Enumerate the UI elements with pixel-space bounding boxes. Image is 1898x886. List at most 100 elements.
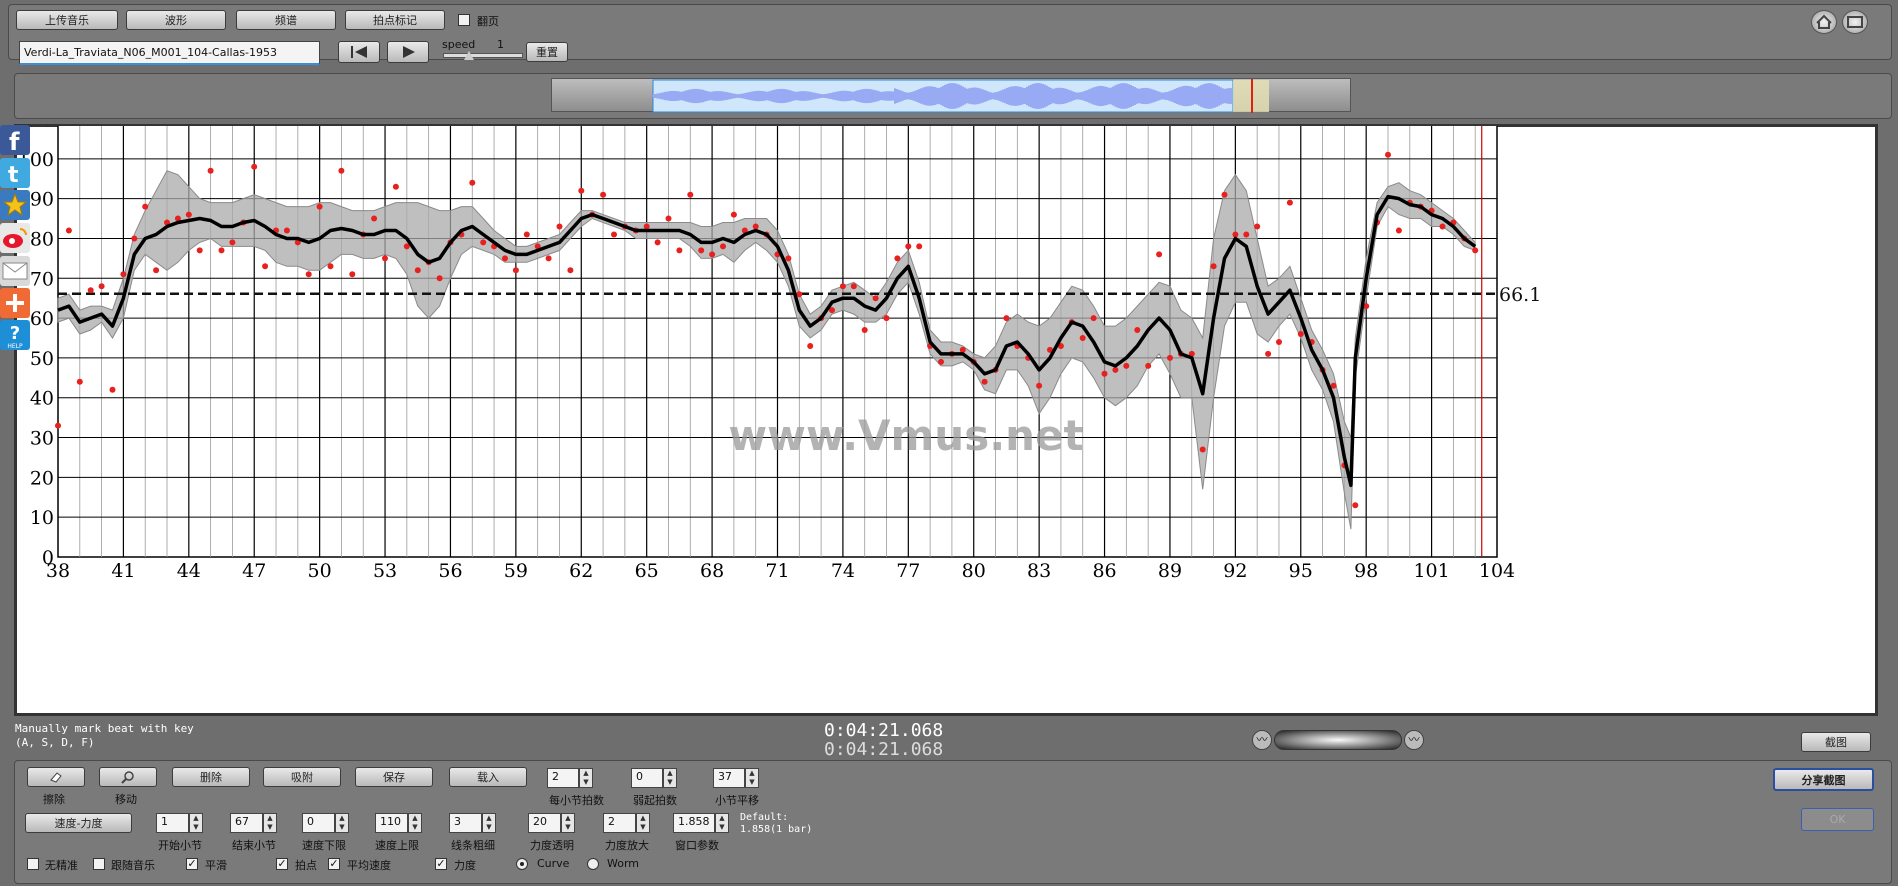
smooth-checkbox[interactable]: ✓: [186, 858, 198, 870]
dynamics-scale-stepper[interactable]: ▲ ▼: [636, 813, 650, 833]
file-name-field[interactable]: Verdi-La_Traviata_N06_M001_104-Callas-19…: [19, 41, 320, 65]
reset-button[interactable]: 重置: [526, 42, 568, 62]
x-tick-label: 95: [1289, 560, 1313, 582]
bar-shift-label: 小节平移: [715, 794, 759, 807]
tempo-low-input[interactable]: 0: [302, 813, 335, 833]
end-bar-stepper[interactable]: ▲ ▼: [263, 813, 277, 833]
screenshot-button[interactable]: 截图: [1801, 732, 1871, 752]
help-icon[interactable]: ? HELP: [0, 320, 30, 350]
beat-point: [229, 239, 236, 246]
beats-per-bar-input[interactable]: 2: [547, 768, 579, 788]
beats-per-bar-stepper[interactable]: ▲ ▼: [579, 768, 593, 788]
dynamics-checkbox[interactable]: ✓: [435, 858, 447, 870]
follow-music-checkbox[interactable]: [93, 858, 105, 870]
speed-label: speed: [442, 38, 476, 51]
favorite-star-icon[interactable]: [0, 190, 30, 220]
beat-point: [643, 223, 650, 230]
x-tick-label: 44: [177, 560, 201, 582]
worm-radio[interactable]: [587, 858, 599, 870]
dynamics-opacity-input[interactable]: 20: [528, 813, 561, 833]
beat-mark-button[interactable]: 拍点标记: [345, 10, 445, 30]
curve-label: Curve: [537, 857, 570, 870]
play-button[interactable]: [387, 41, 429, 63]
share-screenshot-button[interactable]: 分享截图: [1773, 768, 1874, 791]
beat-point: [131, 235, 138, 242]
rewind-button[interactable]: [338, 41, 380, 63]
snap-button[interactable]: 吸附: [263, 767, 341, 787]
twitter-icon[interactable]: t: [0, 158, 30, 188]
beat-point: [109, 386, 116, 393]
speed-slider-thumb[interactable]: [464, 51, 474, 60]
no-precision-label: 无精准: [45, 859, 78, 872]
beat-point: [142, 203, 149, 210]
beat-point: [414, 267, 421, 274]
dynamics-opacity-stepper[interactable]: ▲ ▼: [561, 813, 575, 833]
pickup-stepper[interactable]: ▲ ▼: [663, 768, 677, 788]
x-tick-label: 83: [1027, 560, 1051, 582]
pickup-input[interactable]: 0: [631, 768, 663, 788]
end-bar-input[interactable]: 67: [230, 813, 263, 833]
start-bar-input[interactable]: 1: [156, 813, 189, 833]
bar-shift-input[interactable]: 37: [713, 768, 745, 788]
beat-point: [654, 239, 661, 246]
beat-point: [1112, 366, 1119, 373]
x-tick-label: 92: [1223, 560, 1247, 582]
add-share-icon[interactable]: [0, 288, 30, 318]
average-tempo-checkbox[interactable]: ✓: [328, 858, 340, 870]
weibo-icon[interactable]: [0, 223, 30, 253]
volume-low-icon[interactable]: 〰: [1252, 730, 1272, 750]
beat-point: [349, 271, 356, 278]
y-tick-label: 40: [30, 388, 54, 410]
facebook-icon[interactable]: f: [0, 125, 30, 156]
x-tick-label: 98: [1354, 560, 1378, 582]
y-tick-label: 10: [30, 507, 54, 529]
default-note-2: 1.858(1 bar): [740, 824, 813, 835]
dynamics-scale-input[interactable]: 2: [603, 813, 636, 833]
beat-points-checkbox[interactable]: ✓: [276, 858, 288, 870]
beat-point: [665, 215, 672, 222]
waveform-button[interactable]: 波形: [126, 10, 226, 30]
upload-music-button[interactable]: 上传音乐: [16, 10, 118, 30]
tempo-high-input[interactable]: 110: [375, 813, 408, 833]
fullscreen-icon[interactable]: [1842, 10, 1868, 34]
y-tick-label: 80: [30, 228, 54, 250]
tempo-chart[interactable]: www.Vmus.net 66.1 0102030405060708090100…: [16, 126, 1876, 714]
window-param-input[interactable]: 1.858: [673, 813, 715, 833]
ok-button[interactable]: OK: [1801, 808, 1874, 831]
home-icon[interactable]: [1811, 10, 1837, 34]
bar-shift-stepper[interactable]: ▲ ▼: [745, 768, 759, 788]
beat-point: [316, 203, 323, 210]
move-button[interactable]: [99, 767, 157, 787]
load-button[interactable]: 载入: [449, 767, 527, 787]
beat-point: [839, 283, 846, 290]
save-button[interactable]: 保存: [355, 767, 433, 787]
window-param-stepper[interactable]: ▲ ▼: [715, 813, 729, 833]
waveform-overview[interactable]: [551, 78, 1351, 113]
spectrum-button[interactable]: 频谱: [236, 10, 336, 30]
speed-value: 1: [497, 38, 504, 51]
tempo-high-stepper[interactable]: ▲ ▼: [408, 813, 422, 833]
tempo-dynamics-button[interactable]: 速度-力度: [25, 813, 132, 833]
volume-high-icon[interactable]: 〰: [1404, 730, 1424, 750]
no-precision-checkbox[interactable]: [27, 858, 39, 870]
speed-slider-track[interactable]: [443, 53, 523, 58]
pickup-label: 弱起拍数: [633, 794, 677, 807]
volume-slider[interactable]: [1274, 730, 1402, 750]
beat-point: [1036, 382, 1043, 389]
line-width-input[interactable]: 3: [449, 813, 482, 833]
start-bar-stepper[interactable]: ▲ ▼: [189, 813, 203, 833]
beat-point: [720, 243, 726, 250]
delete-button[interactable]: 删除: [172, 767, 250, 787]
tempo-low-stepper[interactable]: ▲ ▼: [335, 813, 349, 833]
curve-radio[interactable]: [516, 858, 528, 870]
line-width-stepper[interactable]: ▲ ▼: [482, 813, 496, 833]
beat-point: [1156, 251, 1163, 258]
erase-button[interactable]: [27, 767, 85, 787]
follow-music-label: 跟随音乐: [111, 859, 155, 872]
beat-point: [807, 343, 814, 349]
email-icon[interactable]: [0, 256, 30, 286]
beat-point: [1079, 335, 1086, 341]
flip-page-checkbox[interactable]: [458, 14, 470, 26]
beat-point: [883, 315, 890, 322]
svg-text:HELP: HELP: [7, 343, 23, 350]
